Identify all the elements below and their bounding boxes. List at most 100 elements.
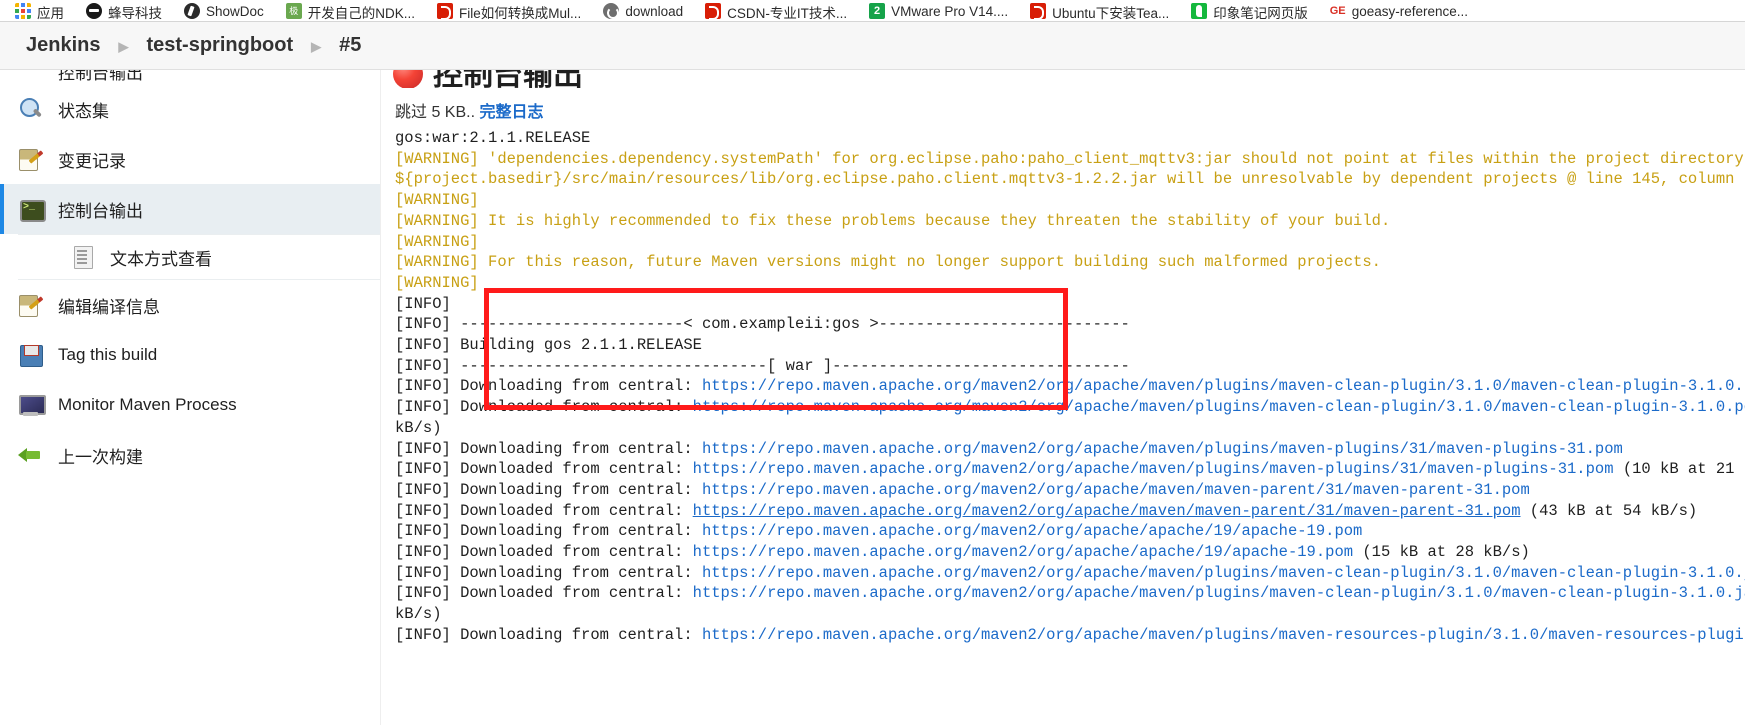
bookmark-item[interactable]: 印象笔记网页版 [1180,1,1319,21]
apps-grid-icon [15,2,31,19]
bookmark-item[interactable]: 2 VMware Pro V14.... [858,1,1019,21]
bookmark-label: File如何转换成Mul... [459,5,582,21]
log-line-prefix: [INFO] Downloaded from central: [395,501,693,520]
console-log-line: [WARNING] [395,232,479,251]
log-line-prefix: [INFO] Downloading from central: [395,563,702,582]
console-log-line: [INFO] Building gos 2.1.1.RELEASE [395,336,702,355]
bookmark-item[interactable]: GE goeasy-reference... [1319,1,1479,21]
console-log-line: [INFO] Downloaded from central: https://… [395,459,1745,480]
bookmark-label: CSDN-专业IT技术... [727,5,848,21]
bookmark-item[interactable]: File如何转换成Mul... [426,1,592,21]
console-log-line: [INFO] Downloading from central: https:/… [395,480,1745,501]
console-log-line: [INFO] Downloading from central: https:/… [395,439,1745,460]
monitor-icon [18,392,46,418]
sidebar: 控制台输出 状态集变更记录控制台输出文本方式查看编辑编译信息Tag this b… [0,70,380,725]
log-line-prefix: [INFO] Downloaded from central: [395,460,693,479]
maven-repo-link[interactable]: https://repo.maven.apache.org/maven2/org… [693,460,1614,478]
bookmark-item[interactable]: 应用 [4,1,75,21]
maven-repo-link[interactable]: https://repo.maven.apache.org/maven2/org… [702,564,1745,582]
sidebar-item-label: 变更记录 [58,151,126,171]
gray-circle-icon [603,2,620,19]
edit-note-icon [18,292,44,318]
console-log-line: [WARNING] 'dependencies.dependency.syste… [395,149,1744,168]
terminal-icon [18,196,46,222]
console-log-line: kB/s) [395,418,442,437]
bookmark-label: 应用 [37,5,64,21]
edit-note-icon [18,146,44,172]
sidebar-item-3[interactable]: 编辑编译信息 [0,280,380,330]
page-title-text: 控制台输出 [433,70,583,88]
console-log-line: [WARNING] It is highly recommended to fi… [395,211,1391,230]
green-icon [18,70,44,84]
maven-repo-link[interactable]: https://repo.maven.apache.org/maven2/org… [702,522,1362,540]
sidebar-item-clipped-top[interactable]: 控制台输出 [0,70,380,84]
breadcrumb-item[interactable]: #5 [339,34,361,57]
breadcrumb: Jenkins ▶ test-springboot ▶ #5 [0,22,1745,70]
sidebar-item-4[interactable]: Tag this build [0,330,380,380]
log-line-suffix: (15 kB at 28 kB/s) [1353,543,1530,562]
console-log-line: [INFO] Downloading from central: https:/… [395,521,1745,542]
page-title: 控制台输出 [393,70,1745,88]
sidebar-item-label: 上一次构建 [58,447,143,467]
text-document-icon [70,244,96,270]
green-badge-icon: 极 [285,2,302,19]
log-line-prefix: [INFO] Downloading from central: [395,625,702,644]
bookmark-item[interactable]: 极开发自己的NDK... [275,1,426,21]
sidebar-item-6[interactable]: 上一次构建 [0,430,380,480]
main-content: 控制台输出 跳过 5 KB.. 完整日志 gos:war:2.1.1.RELEA… [380,70,1745,725]
bookmark-item[interactable]: ShowDoc [173,1,275,21]
log-line-prefix: [INFO] Downloaded from central: [395,398,693,417]
bookmark-item[interactable]: Ubuntu下安装Tea... [1019,1,1180,21]
console-log-line: [INFO] ---------------------------------… [395,356,1130,375]
log-line-prefix: [INFO] Downloading from central: [395,439,702,458]
bookmark-item[interactable]: CSDN-专业IT技术... [694,1,858,21]
red-ball-icon [393,70,423,88]
breadcrumb-separator-icon: ▶ [118,38,129,54]
console-log-line: [INFO] ------------------------< com.exa… [395,315,1130,334]
bookmark-label: download [625,4,684,19]
log-line-suffix: (10 kB at 21 kB/s) [1622,460,1745,479]
red-pdf-icon [705,2,722,20]
sidebar-subitem-label: 文本方式查看 [110,249,212,269]
breadcrumb-item[interactable]: test-springboot [146,34,293,57]
console-log-line: kB/s) [395,605,442,624]
log-line-prefix: [INFO] Downloaded from central: [395,584,693,603]
maven-repo-link[interactable]: https://repo.maven.apache.org/maven2/org… [702,377,1745,395]
sidebar-item-label: 状态集 [58,101,109,121]
green-back-arrow-icon [18,442,44,468]
maven-repo-link[interactable]: https://repo.maven.apache.org/maven2/org… [693,502,1521,520]
console-log-line: [INFO] Downloading from central: https:/… [395,625,1745,646]
sidebar-subitem-text-view[interactable]: 文本方式查看 [18,234,380,280]
maven-repo-link[interactable]: https://repo.maven.apache.org/maven2/org… [693,398,1745,416]
console-log-line: [INFO] Downloaded from central: https://… [395,583,1745,604]
showdoc-icon [184,2,200,19]
console-log-line: [WARNING] [395,191,479,210]
sidebar-item-1[interactable]: 变更记录 [0,134,380,184]
console-log-line: [INFO] Downloaded from central: https://… [395,501,1745,522]
browser-bookmarks-bar[interactable]: 应用 蜂导科技 ShowDoc 极开发自己的NDK... File如何转换成Mul...… [0,0,1745,22]
sidebar-item-0[interactable]: 状态集 [0,84,380,134]
bookmark-item[interactable]: 蜂导科技 [75,1,173,21]
maven-repo-link[interactable]: https://repo.maven.apache.org/maven2/org… [693,543,1353,561]
console-log-line: [INFO] Downloading from central: https:/… [395,563,1745,584]
maven-repo-link[interactable]: https://repo.maven.apache.org/maven2/org… [693,584,1745,602]
breadcrumb-item[interactable]: Jenkins [26,34,100,57]
red-pdf-icon [437,2,454,20]
log-line-prefix: [INFO] Downloaded from central: [395,543,693,562]
sidebar-item-label: 控制台输出 [58,201,143,221]
maven-repo-link[interactable]: https://repo.maven.apache.org/maven2/org… [702,440,1623,458]
sidebar-item-label: Monitor Maven Process [58,395,237,414]
dark-circle-icon [86,2,102,19]
bookmark-label: 蜂导科技 [108,5,162,21]
log-line-prefix: [INFO] Downloading from central: [395,522,702,541]
maven-repo-link[interactable]: https://repo.maven.apache.org/maven2/org… [702,626,1745,644]
full-log-link[interactable]: 完整日志 [479,104,543,121]
maven-repo-link[interactable]: https://repo.maven.apache.org/maven2/org… [702,481,1530,499]
bookmark-label: VMware Pro V14.... [891,4,1009,19]
console-log-line: [INFO] [395,294,451,313]
sidebar-item-label: Tag this build [58,345,158,364]
sidebar-item-2[interactable]: 控制台输出 [0,184,380,234]
sidebar-item-5[interactable]: Monitor Maven Process [0,380,380,430]
bookmark-item[interactable]: download [592,1,694,21]
console-output-log[interactable]: gos:war:2.1.1.RELEASE [WARNING] 'dependen… [395,128,1745,646]
